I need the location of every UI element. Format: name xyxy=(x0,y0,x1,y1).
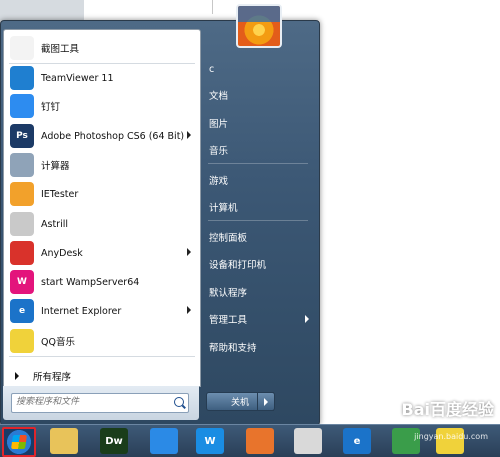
chevron-right-icon xyxy=(305,315,309,323)
program-item[interactable]: 钉钉 xyxy=(7,92,195,120)
places-item[interactable]: 音乐 xyxy=(205,139,315,161)
teamviewer-icon xyxy=(10,66,34,90)
places-item-label: 默认程序 xyxy=(209,288,248,299)
desktop-divider xyxy=(212,0,213,14)
separator xyxy=(9,356,195,357)
watermark-url: jingyan.baidu.com xyxy=(414,432,488,441)
places-item[interactable]: 控制面板 xyxy=(205,226,315,248)
program-label: start WampServer64 xyxy=(41,276,140,288)
places-item[interactable]: 图片 xyxy=(205,112,315,134)
program-item[interactable]: Astrill xyxy=(7,210,195,238)
programs-pane: 所有程序 截图工具 TeamViewer 11 钉钉 Ps Adobe Photosho… xyxy=(3,29,201,387)
program-label: Adobe Photoshop CS6 (64 Bit) xyxy=(41,130,185,142)
places-item-label: 设备和打印机 xyxy=(209,260,267,271)
search-input[interactable] xyxy=(12,394,166,410)
places-item[interactable]: 管理工具 xyxy=(205,308,315,330)
chevron-right-icon[interactable] xyxy=(187,131,191,139)
astrill-icon xyxy=(10,212,34,236)
chevron-right-icon[interactable] xyxy=(187,248,191,256)
dreamweaver-icon[interactable]: Dw xyxy=(100,428,128,454)
dingtalk-icon xyxy=(10,94,34,118)
places-item-label: 帮助和支持 xyxy=(209,343,257,354)
search-icon[interactable] xyxy=(174,397,184,407)
places-item[interactable]: 默认程序 xyxy=(205,281,315,303)
all-programs-button[interactable]: 所有程序 xyxy=(7,367,195,385)
places-item-label: 音乐 xyxy=(209,146,229,157)
all-programs-label: 所有程序 xyxy=(33,372,72,383)
program-label: 钉钉 xyxy=(41,102,61,113)
places-item[interactable]: 游戏 xyxy=(205,169,315,191)
start-menu: 所有程序 截图工具 TeamViewer 11 钉钉 Ps Adobe Photosho… xyxy=(0,20,320,426)
places-item[interactable]: 计算机 xyxy=(205,196,315,218)
program-label: TeamViewer 11 xyxy=(41,72,114,84)
places-item[interactable]: c xyxy=(205,58,315,80)
watermark: Bai百度经验 xyxy=(401,400,494,419)
search-box[interactable] xyxy=(11,393,189,413)
chrome-icon[interactable] xyxy=(294,428,322,454)
chevron-right-icon xyxy=(15,372,19,380)
program-label: QQ音乐 xyxy=(41,337,75,348)
program-item[interactable]: 计算器 xyxy=(7,151,195,179)
places-item-label: 管理工具 xyxy=(209,315,248,326)
places-item-label: 游戏 xyxy=(209,176,229,187)
user-avatar[interactable] xyxy=(236,4,282,48)
ietester-icon xyxy=(10,182,34,206)
explorer-icon[interactable] xyxy=(50,428,78,454)
places-item-label: 图片 xyxy=(209,119,229,130)
calculator-icon xyxy=(10,153,34,177)
program-item[interactable]: IETester xyxy=(7,180,195,208)
feishu-icon[interactable] xyxy=(150,428,178,454)
firefox-icon[interactable] xyxy=(246,428,274,454)
separator xyxy=(208,220,308,221)
qqmusic-icon xyxy=(10,329,34,353)
program-item[interactable]: Wstart WampServer64 xyxy=(7,268,195,296)
wampserver-icon: W xyxy=(10,270,34,294)
chevron-right-icon[interactable] xyxy=(187,306,191,314)
program-item[interactable]: AnyDesk xyxy=(7,239,195,267)
places-item[interactable]: 文档 xyxy=(205,84,315,106)
places-item-label: 计算机 xyxy=(209,203,238,214)
program-label: 计算器 xyxy=(41,161,70,172)
separator xyxy=(208,163,308,164)
program-item[interactable]: 截图工具 xyxy=(7,34,195,62)
desktop-top-area xyxy=(0,0,84,22)
program-item[interactable]: e Internet Explorer xyxy=(7,297,195,325)
wampserver-taskbar-icon[interactable]: W xyxy=(196,428,224,454)
snipping-tool-icon xyxy=(10,36,34,60)
program-label: IETester xyxy=(41,188,79,200)
program-label: Internet Explorer xyxy=(41,305,122,317)
photoshop-icon: Ps xyxy=(10,124,34,148)
program-label: AnyDesk xyxy=(41,247,83,259)
shutdown-options-button[interactable] xyxy=(257,392,275,411)
anydesk-icon xyxy=(10,241,34,265)
program-item[interactable]: TeamViewer 11 xyxy=(7,64,195,92)
places-item-label: 文档 xyxy=(209,91,229,102)
internet-explorer-icon: e xyxy=(10,299,34,323)
program-item[interactable]: Ps Adobe Photoshop CS6 (64 Bit) xyxy=(7,122,195,150)
places-item[interactable]: 设备和打印机 xyxy=(205,253,315,275)
start-button[interactable] xyxy=(2,427,36,457)
search-area xyxy=(3,386,199,420)
ie-taskbar-icon[interactable]: e xyxy=(343,428,371,454)
program-label: 截图工具 xyxy=(41,44,80,55)
places-item-label: c xyxy=(209,63,215,75)
places-item[interactable]: 帮助和支持 xyxy=(205,336,315,358)
program-label: Astrill xyxy=(41,218,68,230)
places-item-label: 控制面板 xyxy=(209,233,248,244)
program-item[interactable]: QQ音乐 xyxy=(7,327,195,355)
